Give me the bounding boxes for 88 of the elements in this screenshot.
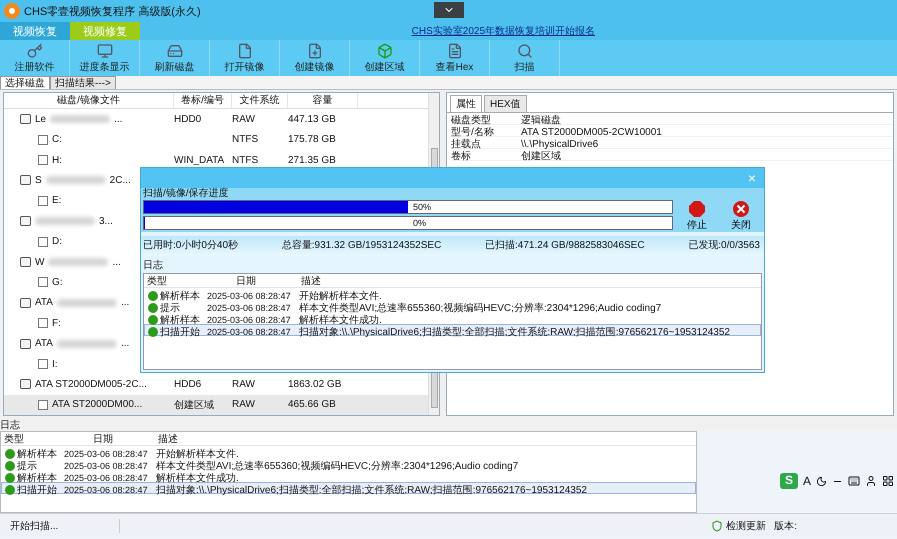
log-date: 2025-03-06 08:28:47 [207, 327, 292, 337]
capacity: 1863.02 GB [288, 378, 342, 390]
log-type: 扫描开始 [160, 326, 200, 339]
property-name: 挂载点 [451, 138, 482, 150]
progress-reading: 0% [412, 217, 428, 229]
property-name: 卷标 [451, 150, 472, 163]
column-header: 日期 [235, 274, 257, 288]
file-system: RAW [232, 399, 256, 410]
version-label: 版本: [774, 520, 797, 532]
disk-name: ATA ST2000DM00... [52, 399, 142, 410]
capacity: 447.13 GB [288, 114, 337, 125]
capacity: 465.66 GB [288, 399, 337, 410]
scan-stat: 已用时:0小时0分40秒 [143, 238, 238, 253]
volume-label: HDD6 [174, 378, 202, 390]
disk-name: ... [120, 297, 130, 308]
property-value: ATA ST2000DM005-2CW10001 [521, 126, 663, 138]
progress-reading: 50% [412, 201, 432, 213]
log-type: 提示 [17, 460, 37, 472]
property-name: 型号/名称 [451, 126, 495, 138]
disk-name: H: [52, 154, 62, 166]
log-type: 解析样本 [17, 472, 57, 484]
volume-label: HDD0 [174, 114, 202, 125]
log-message: 样本文件类型AVI;总速率655360;视频编码HEVC;分辨率:2304*1296;Audio coding7 [156, 460, 520, 472]
file-system: NTFS [232, 134, 260, 146]
disk-name: Le [35, 114, 46, 125]
log-message: 开始解析样本文件. [299, 290, 383, 302]
disk-name: S [35, 174, 42, 186]
disk-name: W [35, 256, 44, 268]
file-system: RAW [232, 114, 256, 125]
log-type: 提示 [160, 302, 180, 314]
property-name: 磁盘类型 [451, 114, 492, 126]
property-value: \\.\PhysicalDrive6 [521, 138, 600, 150]
disk-name: ... [114, 114, 122, 125]
disk-name: E: [52, 195, 62, 206]
scan-stat: 已发现:0/0/3563 [688, 239, 760, 253]
log-message: 开始解析样本文件. [156, 448, 240, 460]
file-system: RAW [232, 378, 256, 390]
status-message: 开始扫描... [0, 518, 120, 532]
property-value: 逻辑磁盘 [521, 114, 562, 127]
log-date: 2025-03-06 08:28:47 [207, 315, 292, 325]
log-message: 扫描对象:\\.\PhysicalDrive6;扫描类型:全部扫描;文件系统:RAW;扫描范围:976562176~1953124352 [156, 484, 588, 497]
log-date: 2025-03-06 08:28:47 [64, 485, 149, 495]
property-value: 创建区域 [521, 150, 562, 163]
volume-label: 创建区域 [174, 398, 215, 412]
column-header: 日期 [92, 432, 114, 446]
scan-stat: 总容量:931.32 GB/1953124352SEC [282, 238, 442, 253]
volume-label: WIN_DATA [174, 154, 226, 166]
log-date: 2025-03-06 08:28:47 [207, 303, 292, 313]
log-date: 2025-03-06 08:28:47 [64, 449, 149, 459]
log-message: 解析样本文件成功. [156, 472, 240, 484]
log-type: 解析样本 [160, 314, 200, 326]
column-header: 磁盘/镜像文件 [4, 93, 174, 108]
log-type: 扫描开始 [17, 484, 57, 497]
disk-name: G: [52, 276, 63, 288]
column-header: 文件系统 [232, 93, 288, 108]
log-title: 日志 [142, 258, 164, 272]
log-title: 日志 [0, 418, 20, 432]
column-header: 卷标/编号 [174, 93, 232, 108]
log-type: 解析样本 [160, 290, 200, 303]
disk-name: 3... [99, 216, 113, 227]
section-title: 扫描/镜像/保存进度 [141, 188, 764, 200]
window-title: CHS零壹视频恢复程序 高级版(永久) [24, 4, 201, 18]
disk-name: I: [52, 358, 58, 370]
disk-name: C: [52, 134, 62, 146]
disk-name: ATA [35, 338, 53, 350]
log-type: 解析样本 [17, 448, 57, 461]
log-date: 2025-03-06 08:28:47 [64, 473, 149, 483]
disk-name: 2C... [110, 174, 131, 186]
log-date: 2025-03-06 08:28:47 [64, 461, 149, 471]
file-system: NTFS [232, 154, 260, 166]
capacity: 175.78 GB [288, 134, 337, 146]
capacity: 271.35 GB [288, 154, 337, 166]
disk-name: D: [52, 236, 62, 248]
column-header: 类型 [3, 432, 25, 446]
disk-name: ATA ST2000DM005-2C... [35, 378, 147, 390]
log-message: 解析样本文件成功. [299, 314, 383, 326]
scan-stat: 已扫描:471.24 GB/9882583046SEC [485, 238, 645, 253]
log-message: 扫描对象:\\.\PhysicalDrive6;扫描类型:全部扫描;文件系统:RAW;扫描范围:976562176~1953124352 [299, 326, 731, 339]
disk-name: F: [52, 318, 61, 329]
column-header: 描述 [157, 432, 179, 446]
log-message: 样本文件类型AVI;总速率655360;视频编码HEVC;分辨率:2304*1296;Audio coding7 [299, 302, 662, 314]
column-header: 类型 [146, 274, 168, 288]
disk-name: ... [112, 256, 121, 268]
disk-name: ATA [35, 297, 53, 308]
column-header: 描述 [300, 274, 322, 288]
column-header: 容量 [288, 93, 358, 108]
disk-name: ... [120, 338, 130, 350]
log-date: 2025-03-06 08:28:47 [207, 291, 292, 301]
